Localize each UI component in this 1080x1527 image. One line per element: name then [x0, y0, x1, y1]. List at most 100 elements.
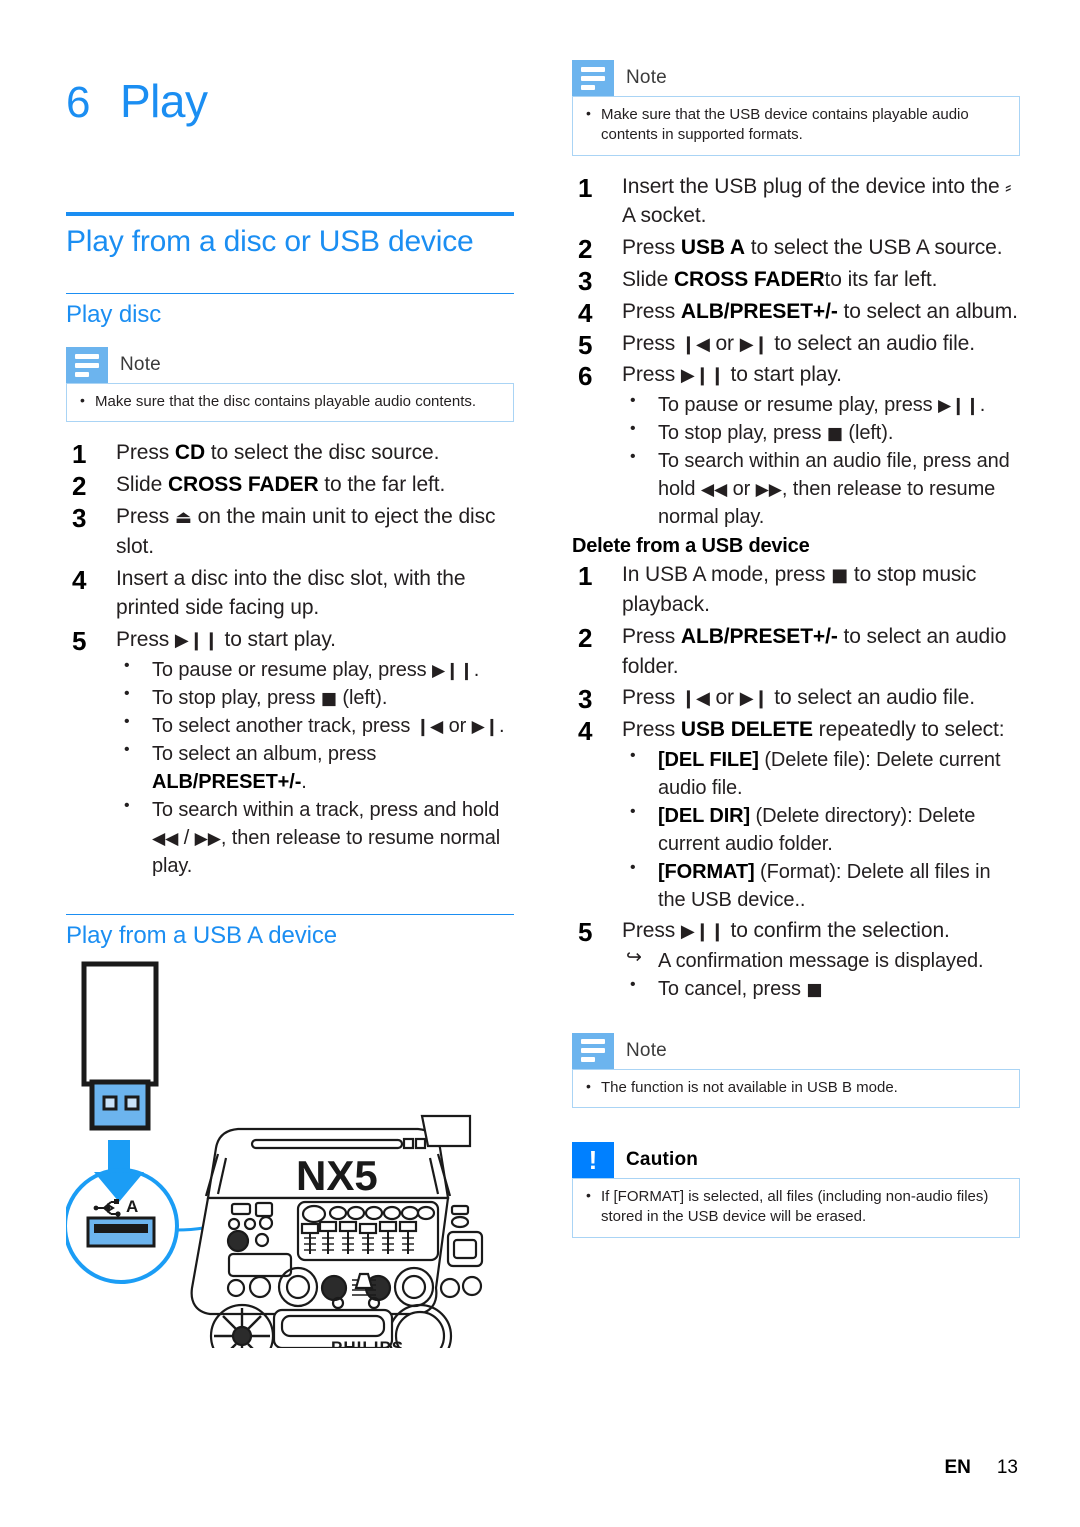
note-box-usb: Note Make sure that the USB device conta…: [572, 60, 1020, 156]
warning-icon: !: [572, 1142, 614, 1179]
chapter-title: Play: [119, 75, 208, 127]
step-item: 1 Press CD to select the disc source.: [72, 439, 440, 470]
note-icon: [66, 347, 108, 383]
step-item: 2 Press USB A to select the USB A source.: [578, 234, 1003, 265]
delete-option-item: [FORMAT] (Format): Delete all files in t…: [622, 857, 1020, 914]
step-item: 3 Slide CROSS FADERto its far left.: [578, 265, 938, 296]
play-pause-icon: ▶❙❙: [680, 365, 725, 387]
note-title: Note: [626, 67, 667, 88]
step-item: 1 In USB A mode, press ■ to stop music pl…: [578, 561, 977, 616]
note-box-usb-b: Note The function is not available in US…: [572, 1032, 1020, 1109]
svg-text:A: A: [126, 1197, 138, 1216]
chapter-heading: 6 Play: [66, 74, 514, 194]
stop-icon: ■: [320, 688, 337, 709]
play-pause-icon: ▶❙❙: [680, 921, 725, 943]
stop-icon: ■: [826, 424, 843, 445]
manual-page: 6 Play Play from a disc or USB device Pl…: [0, 0, 1080, 1527]
caution-title: Caution: [626, 1149, 699, 1171]
note-body: Make sure that the USB device contains p…: [572, 96, 1020, 156]
brand-label: PHILIPS: [331, 1338, 404, 1348]
step-item: 4 Press ALB/PRESET+/- to select an album.: [578, 297, 1018, 328]
section-heading-play-from-disc: Play from a disc or USB device: [66, 225, 474, 258]
play-pause-icon: ▶❙❙: [432, 660, 474, 681]
eject-icon: ⏏: [174, 506, 192, 528]
nx5-device-drawing: [190, 1114, 484, 1369]
substep-item: To search within an audio file, press an…: [622, 446, 1020, 531]
subsection-heading-play-disc: Play disc: [66, 301, 162, 328]
footer-page-number: 13: [996, 1457, 1018, 1478]
delete-options-list: [DEL FILE] (Delete file): Delete current…: [622, 745, 1020, 914]
substep-item: To pause or resume play, press ▶❙❙.: [622, 390, 1020, 419]
previous-track-icon: ❙◀: [680, 688, 710, 710]
note-body: The function is not available in USB B m…: [572, 1068, 1020, 1109]
note-title: Note: [626, 1039, 667, 1061]
rewind-icon: ◀◀: [700, 480, 728, 501]
note-header: Note: [572, 1032, 1020, 1069]
usb-socket-icon: [86, 1216, 156, 1248]
rewind-icon: ◀◀: [152, 828, 179, 849]
substep-item: To pause or resume play, press ▶❙❙.: [116, 655, 514, 684]
step-item: 4 Press USB DELETE repeatedly to select: …: [572, 715, 1020, 914]
play-pause-icon: ▶❙❙: [938, 396, 980, 417]
previous-track-icon: ❙◀: [680, 333, 710, 355]
substep-item: To select another track, press ❙◀ or ▶❙.: [116, 711, 514, 740]
left-column: 6 Play Play from a disc or USB device Pl…: [63, 60, 514, 1369]
next-track-icon: ▶❙: [739, 688, 769, 710]
footer-language: EN: [944, 1457, 971, 1478]
usb-flash-drive-icon: [81, 961, 159, 1131]
step-item: 2 Press ALB/PRESET+/- to select an audio …: [578, 622, 1007, 678]
substep-item: To cancel, press ■: [622, 974, 1020, 1003]
step-item: 5 Press ❙◀ or ▶❙ to select an audio file.: [578, 329, 975, 360]
step-item: 3 Press ❙◀ or ▶❙ to select an audio file.: [578, 684, 975, 715]
chapter-number: 6: [66, 78, 90, 127]
caution-header: ! Caution: [572, 1142, 1020, 1179]
play-usb-substeps: To pause or resume play, press ▶❙❙. To s…: [622, 390, 1020, 531]
note-icon: [572, 1032, 614, 1069]
step-item: 6Press ▶❙❙ to start play. To pause or re…: [572, 360, 1020, 531]
substep-item: To search within a track, press and hold…: [116, 795, 514, 880]
step-item: 5Press ▶❙❙ to start play. To pause or re…: [66, 625, 514, 880]
stop-icon: ■: [831, 565, 849, 587]
delete-option-item: [DEL FILE] (Delete file): Delete current…: [622, 745, 1020, 802]
previous-track-icon: ❙◀: [415, 716, 444, 737]
caution-box: ! Caution If [FORMAT] is selected, all f…: [572, 1142, 1020, 1238]
play-usb-steps: 1 Insert the USB plug of the device into …: [572, 172, 1020, 532]
note-header: Note: [572, 60, 1020, 96]
fast-forward-icon: ▶▶: [194, 828, 221, 849]
note-item: The function is not available in USB B m…: [586, 1077, 1009, 1098]
next-track-icon: ▶❙: [739, 333, 769, 355]
product-name-label: NX5: [296, 1152, 378, 1199]
delete-option-item: [DEL DIR] (Delete directory): Delete cur…: [622, 801, 1020, 858]
result-item: A confirmation message is displayed.: [622, 945, 1020, 975]
usb-insert-illustration: A NX5 PHILIPS: [63, 958, 514, 1369]
note-header: Note: [66, 347, 514, 383]
play-disc-steps: 1 Press CD to select the disc source. 2 Sl…: [66, 438, 514, 880]
page-footer: EN 13: [944, 1457, 1018, 1479]
delete-usb-steps: 1 In USB A mode, press ■ to stop music pl…: [572, 560, 1020, 1003]
step5-substeps: A confirmation message is displayed. To …: [622, 945, 1020, 1003]
note-icon: [572, 60, 614, 96]
fast-forward-icon: ▶▶: [755, 480, 782, 501]
caution-body: If [FORMAT] is selected, all files (incl…: [572, 1178, 1020, 1238]
usb-icon: ⸗: [1005, 176, 1012, 198]
device-illustration-svg: A NX5 PHILIPS: [63, 961, 484, 1369]
step-item: 1 Insert the USB plug of the device into …: [578, 172, 1012, 228]
step-item: 3 Press ⏏ on the main unit to eject the d…: [72, 502, 496, 558]
right-column: Note Make sure that the USB device conta…: [572, 60, 1020, 1248]
note-body: Make sure that the disc contains playabl…: [66, 383, 514, 423]
next-track-icon: ▶❙: [471, 716, 500, 737]
step-item: 4 Insert a disc into the disc slot, with …: [72, 564, 466, 620]
note-item: Make sure that the disc contains playabl…: [80, 391, 503, 412]
play-disc-substeps: To pause or resume play, press ▶❙❙. To s…: [116, 655, 514, 880]
note-item: Make sure that the USB device contains p…: [586, 104, 1009, 146]
stop-icon: ■: [806, 979, 823, 1000]
usb-socket-label: A: [93, 1197, 138, 1217]
heading-delete-from-usb: Delete from a USB device: [572, 535, 810, 558]
note-title: Note: [120, 354, 161, 375]
substep-item: To stop play, press ■ (left).: [622, 418, 1020, 447]
step-item: 5Press ▶❙❙ to confirm the selection. A c…: [572, 916, 1020, 1003]
step-item: 2 Slide CROSS FADER to the far left.: [72, 471, 446, 502]
play-pause-icon: ▶❙❙: [174, 630, 219, 652]
substep-item: To select an album, press ALB/PRESET+/-.: [116, 739, 514, 796]
subsection-heading-play-usb-a: Play from a USB A device: [66, 921, 338, 949]
